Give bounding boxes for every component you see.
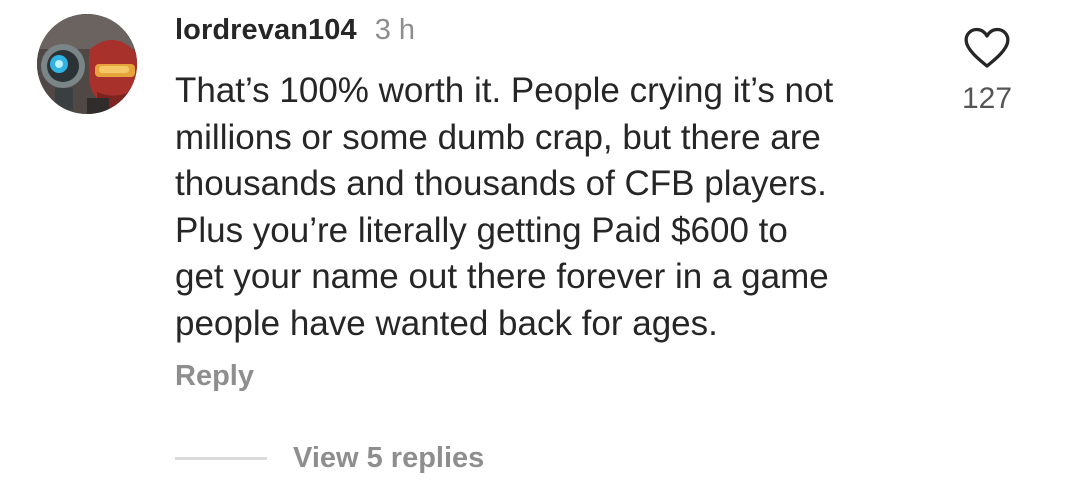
comment-text: That’s 100% worth it. People crying it’s…	[175, 71, 834, 343]
view-replies-label: View 5 replies	[293, 441, 485, 474]
reply-button[interactable]: Reply	[175, 360, 254, 393]
comment-header: lordrevan104 3 h	[175, 10, 415, 50]
avatar-image	[37, 14, 137, 114]
replies-divider-line	[175, 456, 267, 460]
view-replies-button[interactable]: View 5 replies	[175, 438, 484, 478]
like-count: 127	[961, 82, 1013, 115]
timestamp: 3 h	[374, 13, 416, 46]
heart-outline-icon	[964, 27, 1010, 68]
avatar[interactable]	[37, 14, 137, 114]
like-button[interactable]	[962, 26, 1012, 70]
username-link[interactable]: lordrevan104	[175, 14, 357, 47]
